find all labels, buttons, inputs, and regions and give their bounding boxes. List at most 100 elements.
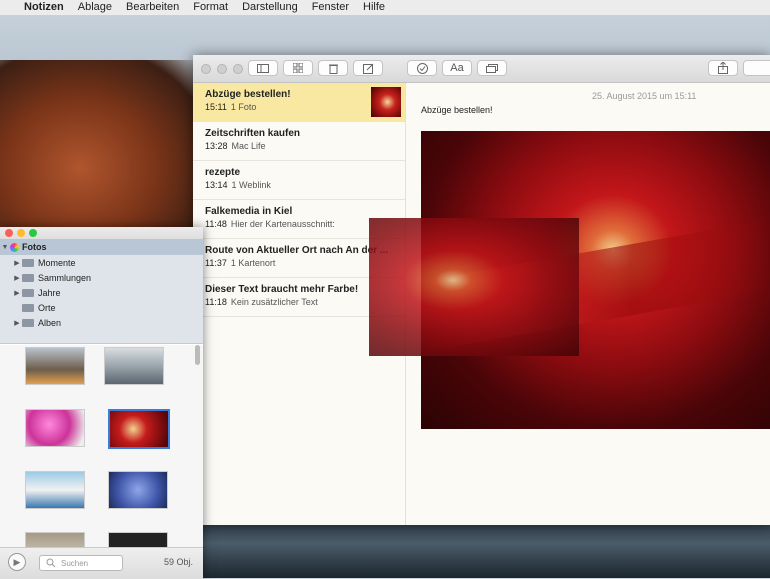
grid-icon <box>293 63 303 73</box>
photo-thumbnail[interactable] <box>25 347 85 385</box>
note-detail: Kein zusätzlicher Text <box>230 297 318 307</box>
menu-ablage[interactable]: Ablage <box>78 0 112 15</box>
source-item-sammlungen[interactable]: ▶ Sammlungen <box>0 270 203 285</box>
share-icon <box>718 62 728 74</box>
photos-titlebar <box>0 227 203 239</box>
folder-icon <box>22 258 34 267</box>
note-title: Dieser Text braucht mehr Farbe! <box>205 284 359 295</box>
checklist-button[interactable] <box>407 60 437 76</box>
note-item-0[interactable]: Abzüge bestellen! 15:11 1 Foto <box>193 83 405 122</box>
photo-thumbnail[interactable] <box>108 532 168 547</box>
folder-icon <box>22 303 34 312</box>
disclosure-closed-icon[interactable]: ▶ <box>12 259 22 267</box>
source-item-alben[interactable]: ▶ Alben <box>0 315 203 330</box>
photos-app-icon <box>10 242 19 252</box>
menu-bearbeiten[interactable]: Bearbeiten <box>126 0 179 15</box>
delete-button[interactable] <box>318 60 348 76</box>
note-detail: 1 Kartenort <box>230 258 276 268</box>
disclosure-closed-icon[interactable]: ▶ <box>12 289 22 297</box>
minimize-button[interactable] <box>217 64 227 74</box>
wallpaper-rock <box>0 60 200 240</box>
note-time: 15:11 <box>205 102 227 112</box>
minimize-button[interactable] <box>17 229 25 237</box>
source-label: Jahre <box>38 287 61 298</box>
source-root-fotos[interactable]: ▼ Fotos <box>0 239 203 255</box>
dragged-photo-preview <box>369 218 579 356</box>
search-icon <box>46 558 56 568</box>
note-detail: Mac Life <box>231 141 266 151</box>
slideshow-play-button[interactable]: ▶ <box>8 553 26 571</box>
window-controls <box>201 64 243 74</box>
photo-thumbnail[interactable] <box>104 347 164 385</box>
source-label: Momente <box>38 257 76 268</box>
menu-darstellung[interactable]: Darstellung <box>242 0 298 15</box>
note-detail: 1 Foto <box>230 102 257 112</box>
photo-thumbnail[interactable] <box>108 471 168 509</box>
wallpaper-landscape <box>200 520 770 578</box>
close-button[interactable] <box>201 64 211 74</box>
source-item-jahre[interactable]: ▶ Jahre <box>0 285 203 300</box>
share-button[interactable] <box>708 60 738 76</box>
note-title: rezepte <box>205 167 241 178</box>
note-detail: 1 Weblink <box>231 180 271 190</box>
photo-browser-button[interactable] <box>477 60 507 76</box>
menu-format[interactable]: Format <box>193 0 228 15</box>
close-button[interactable] <box>5 229 13 237</box>
photos-browser-window: ▼ Fotos ▶ Momente ▶ Sammlungen ▶ Jahre Orte… <box>0 227 203 579</box>
source-label: Orte <box>38 302 56 313</box>
note-title: Zeitschriften kaufen <box>205 128 301 139</box>
note-title: Route von Aktueller Ort nach An der ... <box>205 245 389 256</box>
photo-grid <box>0 345 203 547</box>
photo-thumbnail[interactable] <box>25 471 85 509</box>
compose-icon <box>362 63 373 74</box>
photo-thumbnail[interactable] <box>25 532 85 547</box>
grid-scrollbar[interactable] <box>195 345 200 365</box>
photos-source-list: ▼ Fotos ▶ Momente ▶ Sammlungen ▶ Jahre Orte… <box>0 239 203 344</box>
source-root-label: Fotos <box>22 242 47 252</box>
menu-hilfe[interactable]: Hilfe <box>363 0 385 15</box>
search-placeholder: Suchen <box>61 558 89 568</box>
note-title: Abzüge bestellen! <box>205 89 291 100</box>
search-field[interactable] <box>743 60 770 76</box>
note-title: Falkemedia in Kiel <box>205 206 293 217</box>
disclosure-closed-icon[interactable]: ▶ <box>12 319 22 327</box>
photo-thumbnail-selected[interactable] <box>108 409 170 449</box>
photos-search-field[interactable]: Suchen <box>39 555 123 571</box>
note-thumbnail <box>371 87 401 117</box>
menu-app-name[interactable]: Notizen <box>24 0 64 15</box>
note-time: 13:14 <box>205 180 228 190</box>
folder-icon <box>22 273 34 282</box>
note-item-1[interactable]: Zeitschriften kaufen 13:28 Mac Life <box>193 122 405 161</box>
photo-thumbnail[interactable] <box>25 409 85 447</box>
source-item-orte[interactable]: Orte <box>0 300 203 315</box>
attachments-button[interactable] <box>283 60 313 76</box>
sidebar-icon <box>257 63 269 73</box>
source-label: Alben <box>38 317 62 328</box>
new-note-button[interactable] <box>353 60 383 76</box>
source-item-momente[interactable]: ▶ Momente <box>0 255 203 270</box>
zoom-button[interactable] <box>233 64 243 74</box>
font-button[interactable]: Aa <box>442 60 472 76</box>
folder-icon <box>22 318 34 327</box>
photos-icon <box>486 63 498 73</box>
zoom-button[interactable] <box>29 229 37 237</box>
note-detail: Hier der Kartenausschnitt: <box>230 219 335 229</box>
note-time: 11:37 <box>205 258 227 268</box>
menubar: Notizen Ablage Bearbeiten Format Darstel… <box>0 0 770 16</box>
menu-fenster[interactable]: Fenster <box>312 0 349 15</box>
source-label: Sammlungen <box>38 272 92 283</box>
note-item-2[interactable]: rezepte 13:14 1 Weblink <box>193 161 405 200</box>
trash-icon <box>328 64 338 74</box>
disclosure-closed-icon[interactable]: ▶ <box>12 274 22 282</box>
sidebar-toggle-button[interactable] <box>248 60 278 76</box>
note-time: 13:28 <box>205 141 228 151</box>
notes-toolbar: Aa <box>193 55 770 83</box>
note-body-text[interactable]: Abzüge bestellen! <box>421 105 493 115</box>
note-time: 11:48 <box>205 219 227 229</box>
photos-footer: ▶ Suchen 59 Obj. <box>0 547 203 579</box>
checkmark-circle-icon <box>416 62 428 74</box>
note-time: 11:18 <box>205 297 227 307</box>
disclosure-open-icon[interactable]: ▼ <box>0 244 10 251</box>
folder-icon <box>22 288 34 297</box>
photo-count: 59 Obj. <box>163 557 193 567</box>
